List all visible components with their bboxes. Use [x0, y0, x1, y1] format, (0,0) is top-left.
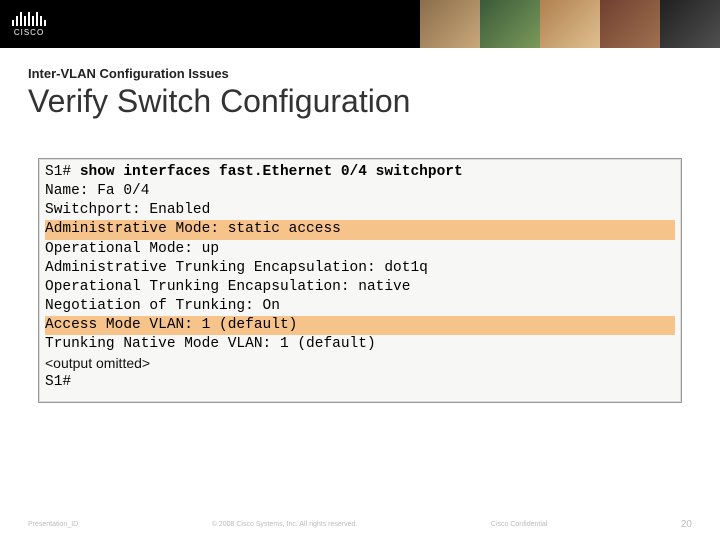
cli-command: show interfaces fast.Ethernet 0/4 switch…: [80, 164, 463, 180]
cli-output-switchport: Switchport: Enabled: [45, 201, 675, 220]
cli-output-native-vlan: Trunking Native Mode VLAN: 1 (default): [45, 335, 675, 354]
cisco-logo: CISCO: [12, 12, 46, 37]
cli-output-admin-trunk: Administrative Trunking Encapsulation: d…: [45, 259, 675, 278]
footer-left: Presentation_ID: [28, 521, 78, 528]
slide-title: Verify Switch Configuration: [28, 83, 692, 120]
cli-prompt: S1#: [45, 164, 80, 180]
cli-output-oper-mode: Operational Mode: up: [45, 240, 675, 259]
page-number: 20: [681, 519, 692, 530]
footer-right: Cisco Confidential: [491, 521, 547, 528]
cli-command-line: S1# show interfaces fast.Ethernet 0/4 sw…: [45, 163, 675, 182]
cisco-logo-bars: [12, 12, 46, 26]
slide-header: Inter-VLAN Configuration Issues Verify S…: [0, 48, 720, 128]
cli-output-negotiation: Negotiation of Trunking: On: [45, 297, 675, 316]
cli-prompt-end: S1#: [45, 373, 675, 392]
header-photo-strip: [420, 0, 720, 48]
slide-footer: Presentation_ID © 2008 Cisco Systems, In…: [0, 519, 720, 530]
brand-name: CISCO: [14, 28, 44, 37]
top-bar: CISCO: [0, 0, 720, 48]
footer-center: © 2008 Cisco Systems, Inc. All rights re…: [212, 521, 358, 528]
cli-output-name: Name: Fa 0/4: [45, 182, 675, 201]
terminal-output: S1# show interfaces fast.Ethernet 0/4 sw…: [38, 158, 682, 403]
cli-output-oper-trunk: Operational Trunking Encapsulation: nati…: [45, 278, 675, 297]
cli-output-admin-mode: Administrative Mode: static access: [45, 220, 675, 239]
slide-kicker: Inter-VLAN Configuration Issues: [28, 66, 692, 81]
cli-output-access-vlan: Access Mode VLAN: 1 (default): [45, 316, 675, 335]
cli-output-omitted: <output omitted>: [45, 354, 675, 372]
